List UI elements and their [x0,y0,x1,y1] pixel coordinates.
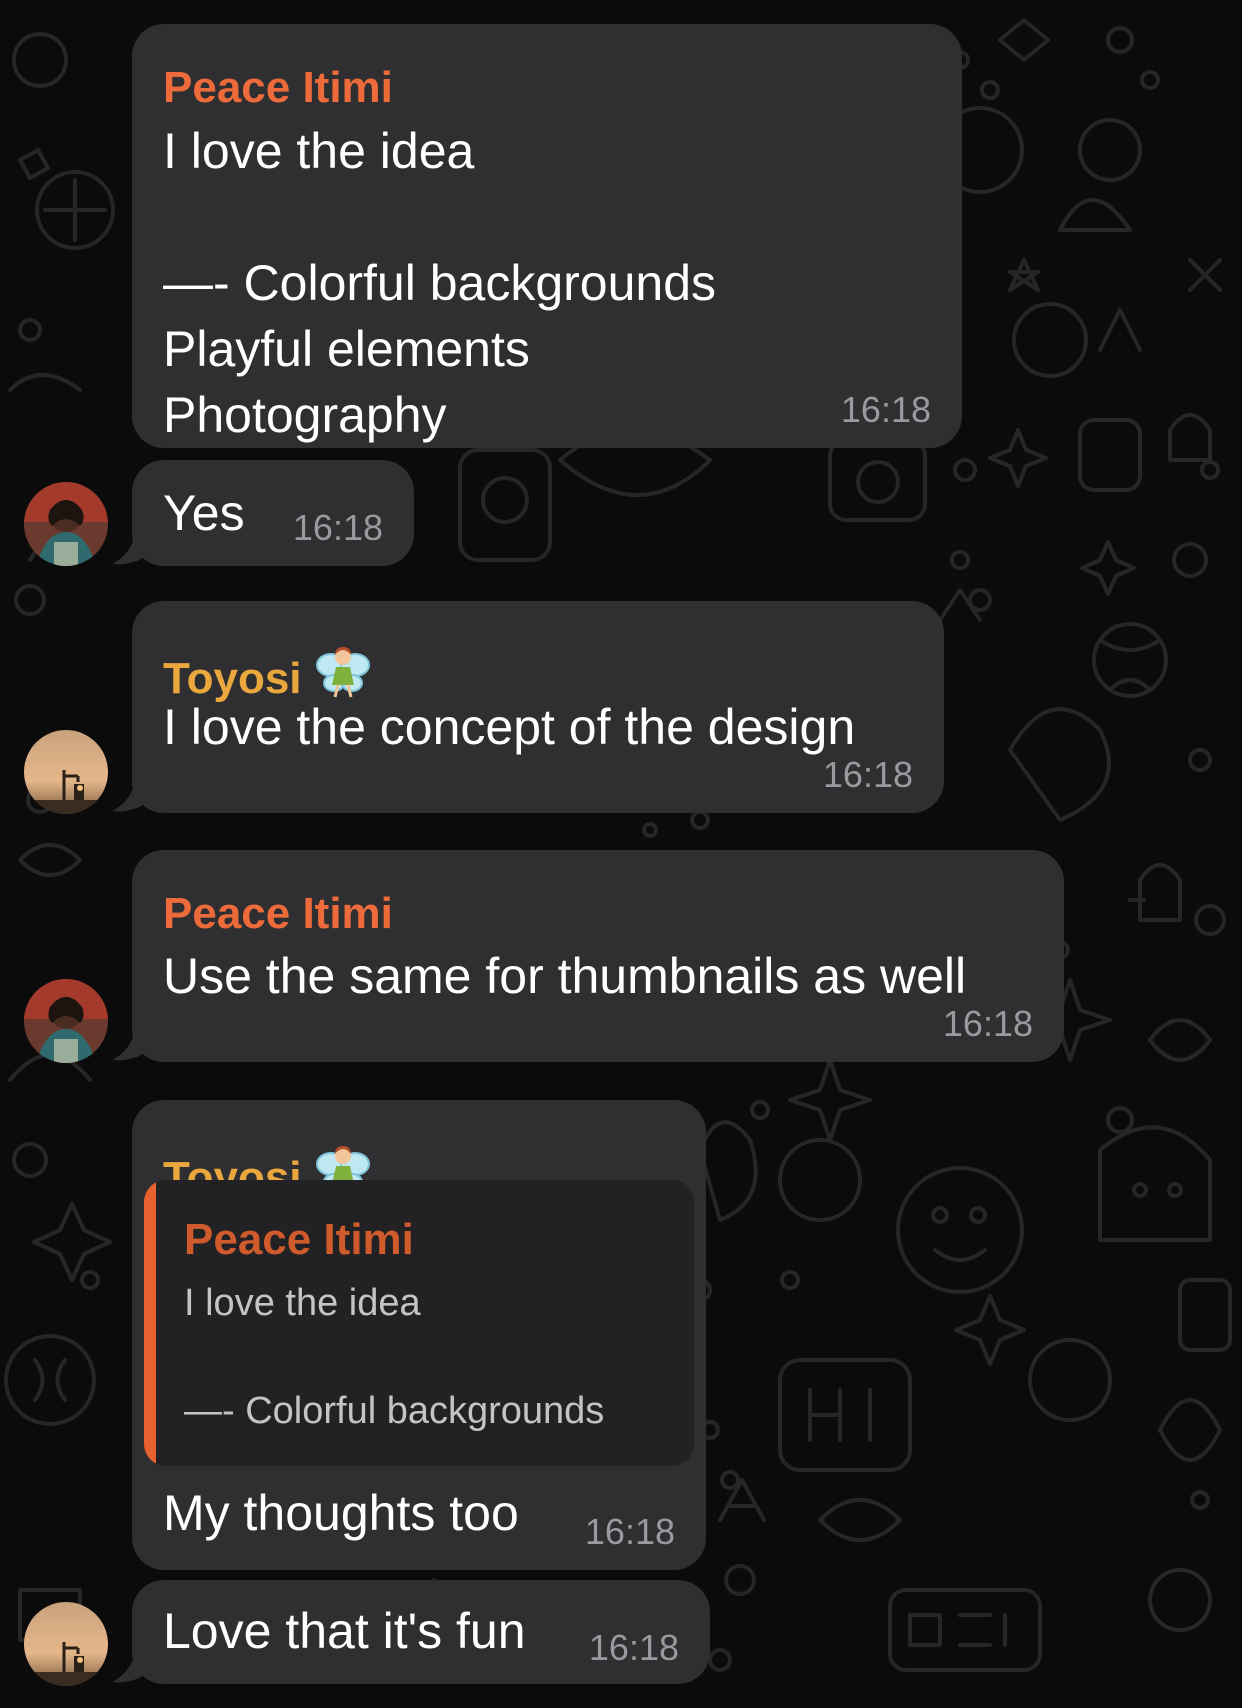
message-bubble[interactable]: Toyosi I love the concept of the design … [132,601,944,813]
message-text: Love that it's fun [163,1603,526,1659]
message-bubble[interactable]: Yes 16:18 [132,460,414,566]
quoted-message-text: I love the idea —- Colorful backgrounds [184,1282,605,1432]
fairy-emoji-icon [315,647,370,698]
quoted-sender-name: Peace Itimi [184,1215,414,1264]
message-timestamp: 16:18 [822,754,913,795]
message-text: Use the same for thumbnails as well [163,948,967,1004]
message-timestamp: 16:18 [588,1627,679,1668]
message-text: My thoughts too [163,1485,519,1541]
message-timestamp: 16:18 [292,507,383,548]
message-text: I love the concept of the design [163,699,856,755]
message-bubble[interactable]: Toyosi Peace Itimi I love the idea —- Co… [132,1100,706,1570]
quote-accent-bar [144,1180,156,1466]
message-timestamp: 16:18 [840,389,931,430]
toyosi-avatar-icon[interactable] [24,730,108,814]
quoted-reply[interactable]: Peace Itimi I love the idea —- Colorful … [144,1180,694,1466]
toyosi-avatar-icon[interactable] [24,1602,108,1686]
sender-name[interactable]: Peace Itimi [163,66,393,110]
message-text: I love the idea —- Colorful backgrounds … [163,123,717,443]
message-text: Yes [163,485,245,541]
message-bubble[interactable]: Peace Itimi Use the same for thumbnails … [132,850,1064,1062]
sender-name[interactable]: Toyosi [163,643,372,701]
peace-avatar-icon[interactable] [24,482,108,566]
message-timestamp: 16:18 [584,1511,675,1552]
message-bubble[interactable]: Peace Itimi I love the idea —- Colorful … [132,24,962,448]
sender-name[interactable]: Peace Itimi [163,892,393,936]
message-timestamp: 16:18 [942,1003,1033,1044]
message-bubble[interactable]: Love that it's fun 16:18 [132,1580,710,1684]
peace-avatar-icon[interactable] [24,979,108,1063]
